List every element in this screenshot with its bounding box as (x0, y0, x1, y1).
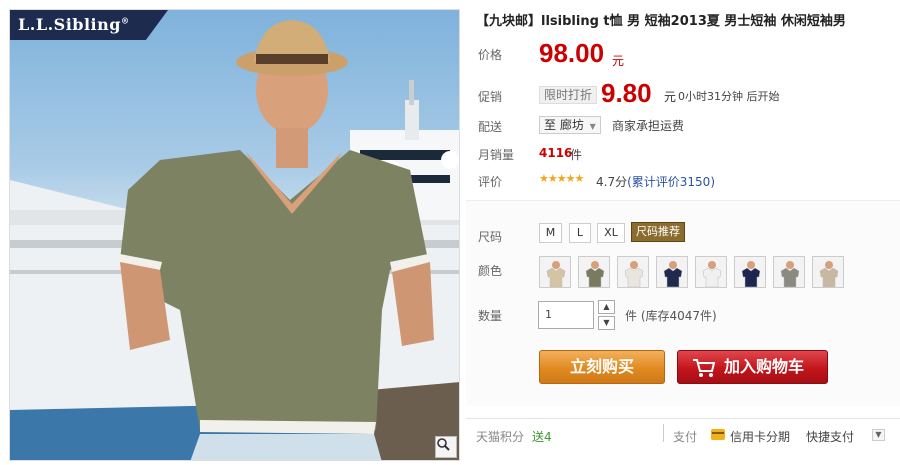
credit-card-icon (711, 429, 725, 440)
registered-mark: ® (120, 15, 130, 26)
review-count-link[interactable]: (累计评价3150) (627, 175, 715, 189)
color-option-4[interactable] (656, 256, 688, 288)
chevron-down-icon: ▼ (589, 122, 596, 131)
points-value: 送4 (532, 430, 552, 444)
expand-more-button[interactable]: ▼ (872, 429, 885, 441)
promo-countdown: 0小时31分钟 后开始 (678, 90, 780, 103)
price-unit: 元 (612, 54, 625, 68)
color-thumbnail (735, 257, 765, 287)
add-to-cart-label: 加入购物车 (724, 357, 805, 376)
rating-score: 4.7分 (596, 175, 628, 189)
quantity-label: 数量 (478, 309, 503, 323)
size-recommend-button[interactable]: 尺码推荐 (631, 222, 685, 242)
color-thumbnail (540, 257, 570, 287)
shipping-note: 商家承担运费 (612, 119, 685, 133)
quantity-decrease-button[interactable]: ▼ (598, 316, 615, 330)
brand-logo-text: L.L.Sibling® (18, 15, 130, 34)
color-thumbnail (774, 257, 804, 287)
promo-label: 促销 (478, 90, 503, 104)
size-label: 尺码 (478, 230, 503, 244)
color-option-6[interactable] (734, 256, 766, 288)
color-option-8[interactable] (812, 256, 844, 288)
chevron-up-icon: ▲ (603, 302, 610, 311)
stock-info: 件 (库存4047件) (625, 309, 717, 323)
footer-divider (663, 424, 664, 442)
chevron-down-icon: ▼ (603, 318, 610, 327)
add-to-cart-button[interactable]: 加入购物车 (677, 350, 828, 384)
sales-unit: 件 (570, 148, 583, 162)
color-option-2[interactable] (578, 256, 610, 288)
promo-tag: 限时打折 (539, 86, 598, 104)
review-label: 评价 (478, 175, 503, 189)
product-image[interactable]: L.L.Sibling® (9, 9, 460, 461)
product-title: 【九块邮】llsibling t恤 男 短袖2013夏 男士短袖 休闲短袖男 (476, 14, 846, 29)
credit-installment-link[interactable]: 信用卡分期 (730, 428, 790, 445)
promo-price: 9.80 (601, 78, 652, 108)
product-photo (10, 20, 459, 460)
color-thumbnail (813, 257, 843, 287)
color-option-7[interactable] (773, 256, 805, 288)
sales-label: 月销量 (478, 148, 515, 162)
size-option-xl[interactable]: XL (597, 223, 625, 243)
color-option-3[interactable] (617, 256, 649, 288)
price-label: 价格 (478, 48, 503, 62)
size-option-l[interactable]: L (569, 223, 591, 243)
points-label: 天猫积分 (476, 430, 525, 444)
shipping-destination: 至 廊坊 (544, 118, 584, 132)
rating-summary: 4.7分(累计评价3150) (596, 173, 715, 190)
shipping-label: 配送 (478, 120, 503, 134)
zoom-button[interactable] (435, 436, 457, 458)
cart-icon (693, 359, 716, 377)
color-option-1[interactable] (539, 256, 571, 288)
rating-stars-icon: ★★★★★ (539, 172, 584, 185)
color-thumbnail (657, 257, 687, 287)
sales-value: 4116 (539, 146, 573, 160)
magnifier-icon (437, 438, 450, 451)
color-option-5[interactable] (695, 256, 727, 288)
buy-now-button[interactable]: 立刻购买 (539, 350, 665, 384)
chevron-down-icon: ▼ (875, 430, 882, 439)
quick-pay-link[interactable]: 快捷支付 (806, 428, 854, 445)
payment-label: 支付 (673, 430, 698, 444)
color-thumbnail (618, 257, 648, 287)
quantity-input[interactable]: 1 (538, 301, 594, 329)
color-thumbnail (579, 257, 609, 287)
color-thumbnail (696, 257, 726, 287)
shipping-destination-select[interactable]: 至 廊坊 ▼ (539, 116, 601, 134)
promo-unit: 元 (664, 90, 677, 104)
quantity-increase-button[interactable]: ▲ (598, 300, 615, 314)
brand-badge: L.L.Sibling® (10, 10, 168, 40)
size-option-m[interactable]: M (539, 223, 562, 243)
color-label: 颜色 (478, 264, 503, 278)
price-value: 98.00 (539, 38, 605, 68)
